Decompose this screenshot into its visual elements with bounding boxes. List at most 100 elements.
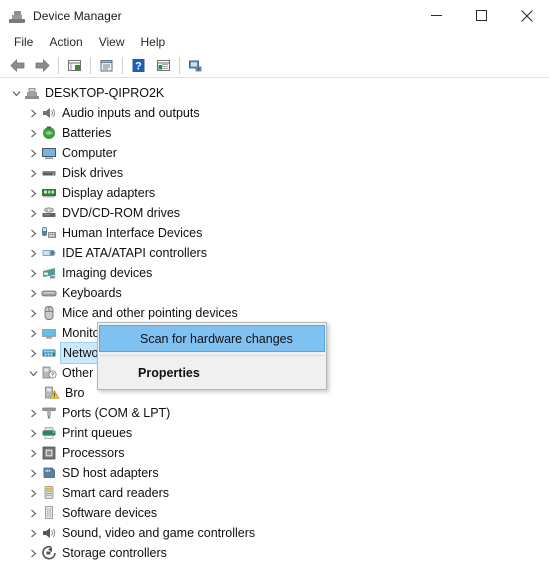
tree-row-label: Imaging devices <box>62 266 153 280</box>
chevron-right-icon[interactable] <box>25 343 41 363</box>
tree-row-batteries[interactable]: Batteries <box>0 123 549 143</box>
software-device-icon <box>41 505 57 521</box>
tree-row-processors[interactable]: Processors <box>0 443 549 463</box>
chevron-right-icon[interactable] <box>25 223 41 243</box>
show-hide-console-tree-button[interactable] <box>62 54 87 77</box>
mouse-icon <box>41 305 57 321</box>
display-adapter-icon <box>41 185 57 201</box>
chevron-right-icon[interactable] <box>25 323 41 343</box>
chevron-right-icon[interactable] <box>25 543 41 562</box>
network-adapter-icon <box>41 345 57 361</box>
imaging-device-icon <box>41 265 57 281</box>
help-button[interactable]: ? <box>126 54 151 77</box>
menu-action[interactable]: Action <box>41 33 90 51</box>
maximize-button[interactable] <box>459 0 504 31</box>
tree-row-display-adapters[interactable]: Display adapters <box>0 183 549 203</box>
other-devices-icon: ? <box>41 365 57 381</box>
chevron-right-icon[interactable] <box>25 483 41 503</box>
chevron-right-icon[interactable] <box>25 303 41 323</box>
device-tree[interactable]: DESKTOP-QIPRO2K Audio inputs and outputs <box>0 78 549 562</box>
tree-row-label: Display adapters <box>62 186 156 200</box>
tree-row-disk-drives[interactable]: Disk drives <box>0 163 549 183</box>
update-driver-button[interactable] <box>183 54 208 77</box>
tree-row-smart-card-readers[interactable]: Smart card readers <box>0 483 549 503</box>
chevron-right-icon[interactable] <box>25 163 41 183</box>
tree-row-label: Keyboards <box>62 286 122 300</box>
tree-row-ports[interactable]: Ports (COM & LPT) <box>0 403 549 423</box>
chevron-right-icon[interactable] <box>25 283 41 303</box>
back-button[interactable] <box>5 54 30 77</box>
tree-row-storage-controllers[interactable]: Storage controllers <box>0 543 549 562</box>
chevron-right-icon[interactable] <box>25 143 41 163</box>
tree-row-sd-host-adapters[interactable]: SD host adapters <box>0 463 549 483</box>
tree-row-label: Other <box>62 366 94 380</box>
tree-row-print-queues[interactable]: Print queues <box>0 423 549 443</box>
tree-row-root[interactable]: DESKTOP-QIPRO2K <box>0 83 549 103</box>
forward-button[interactable] <box>30 54 55 77</box>
scan-hardware-icon <box>155 58 172 73</box>
chevron-right-icon[interactable] <box>25 243 41 263</box>
tree-row-human-interface-devices[interactable]: Human Interface Devices <box>0 223 549 243</box>
menu-help[interactable]: Help <box>133 33 174 51</box>
tree-row-software-devices[interactable]: Software devices <box>0 503 549 523</box>
toolbar-separator <box>90 56 91 74</box>
close-button[interactable] <box>504 0 549 31</box>
menu-file[interactable]: File <box>6 33 41 51</box>
title-bar: Device Manager <box>0 0 549 31</box>
tree-row-computer[interactable]: Computer <box>0 143 549 163</box>
tree-row-dvd-cd-rom-drives[interactable]: DVD/CD-ROM drives <box>0 203 549 223</box>
svg-text:?: ? <box>135 60 142 72</box>
tree-row-label: Computer <box>62 146 117 160</box>
forward-arrow-icon <box>34 58 51 73</box>
chevron-right-icon[interactable] <box>25 463 41 483</box>
tree-row-mice-and-other-pointing-devices[interactable]: Mice and other pointing devices <box>0 303 549 323</box>
chevron-right-icon[interactable] <box>25 403 41 423</box>
ctx-scan-for-hardware-changes[interactable]: Scan for hardware changes <box>99 325 325 352</box>
ide-controller-icon <box>41 245 57 261</box>
context-menu[interactable]: Scan for hardware changes Properties <box>97 322 327 390</box>
chevron-down-icon[interactable] <box>8 83 24 103</box>
help-question-icon: ? <box>131 58 146 73</box>
sd-host-adapter-icon <box>41 465 57 481</box>
chevron-down-icon[interactable] <box>25 363 41 383</box>
tree-row-label: Ports (COM & LPT) <box>62 406 171 420</box>
chevron-right-icon[interactable] <box>25 263 41 283</box>
tree-row-label: Bro <box>65 386 85 400</box>
monitor-icon <box>41 145 57 161</box>
tree-row-label: Storage controllers <box>62 546 167 560</box>
tree-row-label: Batteries <box>62 126 112 140</box>
print-queue-icon <box>41 425 57 441</box>
storage-controller-icon <box>41 545 57 561</box>
chevron-right-icon[interactable] <box>25 523 41 543</box>
computer-root-icon <box>24 85 40 101</box>
device-manager-icon <box>9 8 25 24</box>
chevron-right-icon[interactable] <box>25 503 41 523</box>
toolbar: ? <box>0 53 549 78</box>
speaker-icon <box>41 105 57 121</box>
tree-row-label: Software devices <box>62 506 158 520</box>
tree-row-ide-ata-atapi-controllers[interactable]: IDE ATA/ATAPI controllers <box>0 243 549 263</box>
menu-view[interactable]: View <box>91 33 133 51</box>
ports-icon <box>41 405 57 421</box>
chevron-right-icon[interactable] <box>25 123 41 143</box>
ctx-properties[interactable]: Properties <box>98 359 326 387</box>
context-menu-separator <box>100 355 324 356</box>
chevron-right-icon[interactable] <box>25 423 41 443</box>
chevron-right-icon[interactable] <box>25 183 41 203</box>
svg-text:!: ! <box>54 393 56 399</box>
tree-row-sound-video-and-game-controllers[interactable]: Sound, video and game controllers <box>0 523 549 543</box>
chevron-right-icon[interactable] <box>25 103 41 123</box>
scan-for-hardware-changes-button[interactable] <box>151 54 176 77</box>
tree-row-label: Sound, video and game controllers <box>62 526 256 540</box>
properties-button[interactable] <box>94 54 119 77</box>
tree-row-imaging-devices[interactable]: Imaging devices <box>0 263 549 283</box>
chevron-right-icon[interactable] <box>25 203 41 223</box>
disk-drive-icon <box>41 165 57 181</box>
tree-row-keyboards[interactable]: Keyboards <box>0 283 549 303</box>
tree-row-label: Print queues <box>62 426 133 440</box>
optical-drive-icon <box>41 205 57 221</box>
chevron-right-icon[interactable] <box>25 443 41 463</box>
toolbar-separator <box>122 56 123 74</box>
minimize-button[interactable] <box>414 0 459 31</box>
tree-row-audio-inputs-and-outputs[interactable]: Audio inputs and outputs <box>0 103 549 123</box>
